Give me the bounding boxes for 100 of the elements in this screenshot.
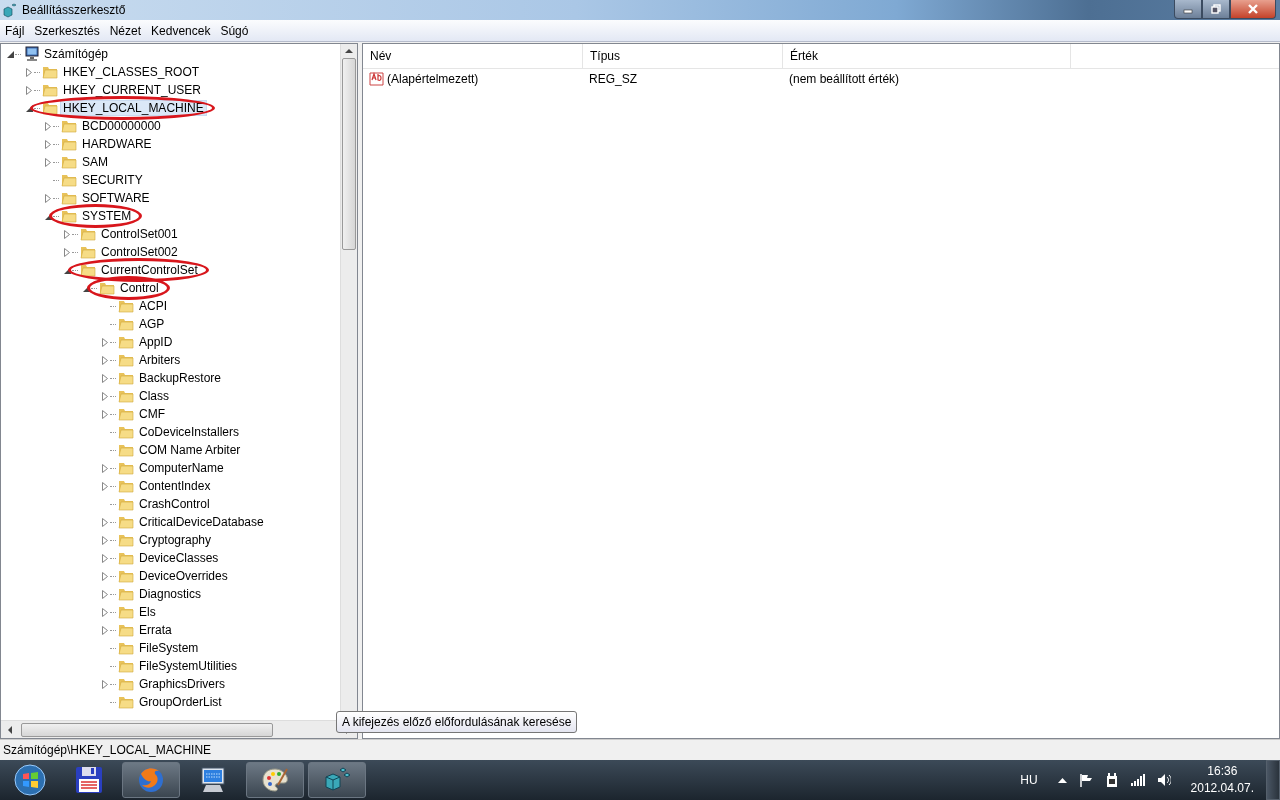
folder-icon [99,280,115,296]
tree-item[interactable]: Errata [136,622,175,638]
tree-item[interactable]: Class [136,388,172,404]
folder-icon [118,622,134,638]
menu-item[interactable]: Kedvencek [146,23,216,38]
collapsed-arrow-icon[interactable] [45,157,51,167]
computer-icon [23,46,39,62]
tree-item[interactable]: BCD00000000 [79,118,164,134]
collapsed-arrow-icon[interactable] [64,247,70,257]
tree-item[interactable]: FileSystem [136,640,202,656]
folder-icon [42,82,58,98]
menu-item[interactable]: Nézet [104,23,147,38]
tree-item[interactable]: FileSystemUtilities [136,658,240,674]
tree-item[interactable]: SOFTWARE [79,190,153,206]
speaker-icon [1156,773,1171,787]
tree-item[interactable]: ControlSet001 [98,226,181,242]
tree-item[interactable]: ACPI [136,298,170,314]
tree-item[interactable]: DeviceClasses [136,550,222,566]
folder-icon [118,316,134,332]
tree-item[interactable]: CrashControl [136,496,213,512]
tree-item[interactable]: Számítógép [41,46,112,62]
collapsed-arrow-icon[interactable] [45,121,51,131]
language-indicator[interactable]: HU [1020,773,1038,787]
tree-item[interactable]: HKEY_LOCAL_MACHINE [60,100,207,116]
tree-item[interactable]: COM Name Arbiter [136,442,244,458]
menu-item[interactable]: Fájl [0,23,30,38]
restore-button[interactable] [1202,0,1230,19]
tree-item[interactable]: CMF [136,406,168,422]
collapsed-arrow-icon[interactable] [102,481,108,491]
cubes-icon [2,2,18,18]
taskbar-button[interactable] [246,762,304,798]
scroll-thumb[interactable] [21,722,273,737]
collapsed-arrow-icon[interactable] [102,337,108,347]
collapsed-arrow-icon[interactable] [102,553,108,563]
scroll-thumb[interactable] [342,58,356,250]
collapsed-arrow-icon[interactable] [102,409,108,419]
scroll-up-icon [345,48,353,54]
tree-item[interactable]: HARDWARE [79,136,155,152]
collapsed-arrow-icon[interactable] [45,193,51,203]
tree-item[interactable]: AppID [136,334,176,350]
tree-item[interactable]: Diagnostics [136,586,205,602]
tree-item[interactable]: GroupOrderList [136,694,225,710]
expanded-arrow-icon[interactable] [5,49,15,59]
tree-item[interactable]: Els [136,604,159,620]
collapsed-arrow-icon[interactable] [45,139,51,149]
tree-item[interactable]: DeviceOverrides [136,568,231,584]
column-header[interactable]: Érték [783,44,1071,68]
collapsed-arrow-icon[interactable] [102,571,108,581]
minimize-button[interactable] [1174,0,1202,19]
collapsed-arrow-icon[interactable] [102,517,108,527]
collapsed-arrow-icon[interactable] [102,625,108,635]
tree-item[interactable]: SAM [79,154,111,170]
tree-item[interactable]: CoDeviceInstallers [136,424,243,440]
menu-item[interactable]: Szerkesztés [29,23,105,38]
collapsed-arrow-icon[interactable] [102,607,108,617]
clock-date[interactable]: 2012.04.07. [1190,780,1254,797]
tree-item[interactable]: GraphicsDrivers [136,676,228,692]
collapsed-arrow-icon[interactable] [102,373,108,383]
collapsed-arrow-icon[interactable] [102,355,108,365]
folder-icon [61,118,77,134]
tree-item[interactable]: SECURITY [79,172,146,188]
collapsed-arrow-icon[interactable] [102,391,108,401]
tree-item[interactable]: CurrentControlSet [98,262,201,278]
tree-item[interactable]: CriticalDeviceDatabase [136,514,267,530]
column-header[interactable]: Név [363,44,583,68]
palette-icon [260,765,290,795]
up-arrow-icon [1057,777,1067,783]
tree-item[interactable]: Control [117,280,162,296]
tree-item[interactable]: BackupRestore [136,370,225,386]
tree-item[interactable]: ContentIndex [136,478,214,494]
globe-icon [136,765,166,795]
tree-item[interactable]: ComputerName [136,460,227,476]
collapsed-arrow-icon[interactable] [64,229,70,239]
menu-item[interactable]: Súgó [215,23,254,38]
tree-item[interactable]: Cryptography [136,532,215,548]
close-button[interactable] [1230,0,1276,19]
tree-item[interactable]: Arbiters [136,352,184,368]
folder-icon [61,154,77,170]
folder-icon [61,190,77,206]
folder-icon [118,370,134,386]
window-title: Beállításszerkesztő [22,3,126,17]
tree-item[interactable]: ControlSet002 [98,244,181,260]
collapsed-arrow-icon[interactable] [102,589,108,599]
collapsed-arrow-icon[interactable] [26,85,32,95]
collapsed-arrow-icon[interactable] [102,679,108,689]
clock-time[interactable]: 16:36 [1207,763,1238,780]
tree-item[interactable]: AGP [136,316,168,332]
collapsed-arrow-icon[interactable] [26,67,32,77]
string-value-icon [369,71,385,87]
show-desktop-button[interactable] [1266,760,1280,800]
column-header[interactable]: Típus [583,44,783,68]
tree-item[interactable]: HKEY_CURRENT_USER [60,82,205,98]
folder-icon [118,442,134,458]
tree-item[interactable]: HKEY_CLASSES_ROOT [60,64,203,80]
collapsed-arrow-icon[interactable] [102,535,108,545]
close-icon [1247,4,1259,14]
tree-item[interactable]: SYSTEM [79,208,135,224]
collapsed-arrow-icon[interactable] [102,463,108,473]
folder-icon [118,532,134,548]
folder-icon [118,298,134,314]
